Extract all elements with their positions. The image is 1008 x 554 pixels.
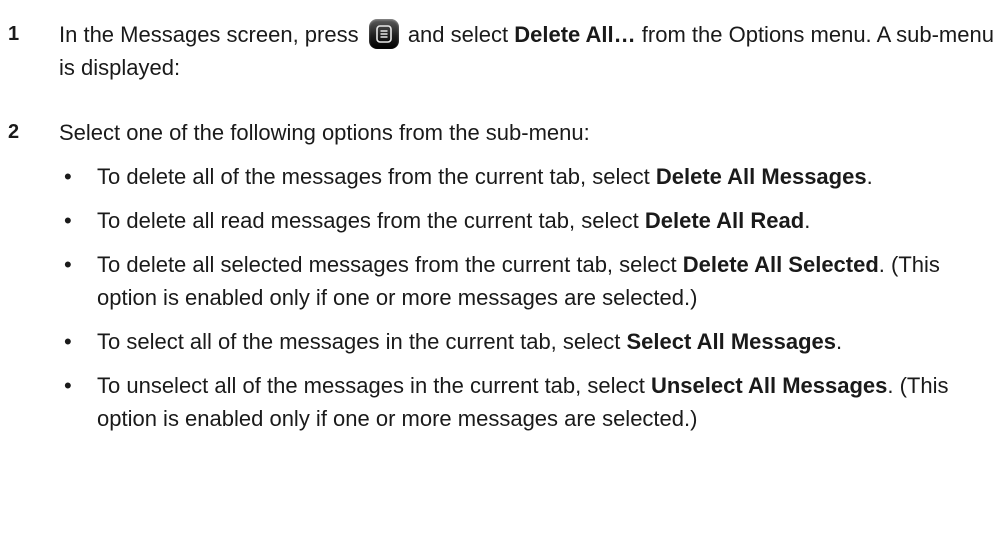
bullet-marker: • (64, 164, 72, 189)
item-text: To unselect all of the messages in the c… (97, 373, 651, 398)
step-2: 2 Select one of the following options fr… (0, 116, 999, 149)
step-text: In the Messages screen, press (59, 22, 365, 47)
list-item: • To delete all selected messages from t… (0, 248, 997, 314)
item-text: . (866, 164, 873, 189)
item-text: . (804, 208, 811, 233)
bullet-marker: • (64, 208, 72, 233)
list-item: • To delete all of the messages from the… (0, 160, 997, 193)
step-number: 2 (8, 121, 20, 143)
bullet-marker: • (64, 252, 72, 277)
step-emphasis: Delete All… (514, 22, 636, 47)
item-text: . (836, 329, 843, 354)
option-name: Delete All Read (644, 208, 805, 233)
bullet-marker: • (64, 329, 72, 354)
item-text: To delete all read messages from the cur… (97, 208, 645, 233)
item-text: To delete all of the messages from the c… (97, 164, 656, 189)
option-name: Unselect All Messages (650, 373, 888, 398)
menu-key-icon (368, 19, 399, 49)
bullet-marker: • (64, 373, 72, 398)
step-text: Select one of the following options from… (59, 120, 590, 145)
item-text: To select all of the messages in the cur… (97, 329, 627, 354)
list-item: • To unselect all of the messages in the… (0, 369, 997, 435)
step-number: 1 (8, 23, 20, 45)
step-text: and select (401, 22, 515, 47)
step-1: 1 In the Messages screen, press and sele… (0, 18, 999, 84)
list-item: • To select all of the messages in the c… (0, 325, 997, 358)
option-name: Select All Messages (626, 329, 837, 354)
item-text: To delete all selected messages from the… (97, 252, 683, 277)
options-list: • To delete all of the messages from the… (0, 160, 1008, 446)
list-item: • To delete all read messages from the c… (0, 204, 997, 237)
option-name: Delete All Messages (655, 164, 867, 189)
option-name: Delete All Selected (682, 252, 879, 277)
